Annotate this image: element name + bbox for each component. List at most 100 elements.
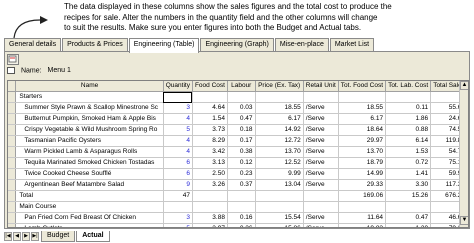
row-header[interactable] [8,179,17,192]
cell-quantity[interactable]: 5 [163,223,193,227]
cell-tot-food-cost [338,201,387,214]
cell-food-cost: 3.26 [192,179,228,192]
row-header[interactable] [8,135,17,148]
table-row[interactable]: Twice Cooked Cheese Soufflé 6 2.50 0.23 9.99… [8,168,468,181]
col-header-quantity[interactable]: Quantity [163,81,193,93]
row-header[interactable] [8,157,17,170]
row-header[interactable] [8,91,17,104]
cell-tot-food-cost: 18.64 [338,124,387,137]
cell-labour: 0.23 [227,168,256,181]
last-sheet-icon[interactable]: ▶| [31,231,39,241]
cell-quantity[interactable]: 5 [163,124,193,137]
table-row[interactable]: Argentinean Beef Matambre Salad 9 3.26 0.37… [8,179,468,192]
cell-retail-unit: /Serve [303,168,339,181]
row-header[interactable] [8,212,17,225]
tab-engineering-table[interactable]: Engineering (Table) [128,38,200,53]
cell-quantity[interactable]: 6 [163,168,193,181]
edit-icon[interactable] [7,54,19,65]
cell-quantity[interactable]: 47 [163,190,193,203]
prev-sheet-icon[interactable]: ◀ [13,231,21,241]
first-sheet-icon[interactable]: |◀ [4,231,12,241]
cell-retail-unit [303,91,339,104]
cell-quantity[interactable]: 3 [163,102,193,115]
cell-quantity[interactable]: 4 [163,113,193,126]
cell-tot-food-cost: 29.33 [338,179,387,192]
table-row[interactable]: Tequila Marinated Smoked Chicken Tostada… [8,157,468,170]
sheet-tab-actual[interactable]: Actual [76,230,110,242]
col-header-tot-food-cost[interactable]: Tot. Food Cost [338,81,387,93]
tab-general-details[interactable]: General details [4,38,62,52]
table-row[interactable]: Main Course [8,201,468,214]
col-header-labour[interactable]: Labour [227,81,256,93]
cell-quantity[interactable]: 6 [163,157,193,170]
cell-food-cost [192,201,228,214]
cell-price [255,201,304,214]
table-row[interactable]: Tasmanian Pacific Oysters 4 8.29 0.17 12.72/… [8,135,468,148]
row-header[interactable] [8,146,17,159]
cell-labour: 0.37 [227,179,256,192]
next-sheet-icon[interactable]: ▶ [22,231,30,241]
scroll-down-icon[interactable]: ▼ [460,216,468,225]
row-header[interactable] [8,102,17,115]
table-row[interactable]: Summer Style Prawn & Scallop Minestrone … [8,102,468,115]
cell-food-cost: 3.73 [192,124,228,137]
engineering-grid[interactable]: Name Quantity Food Cost Labour Price (Ex… [7,80,469,228]
row-header[interactable] [8,124,17,137]
engineering-table-panel: Name: Menu 1 Name Quantity Food Cost Lab… [4,51,470,229]
col-header-price[interactable]: Price (Ex. Tax) [255,81,304,93]
cell-tot-food-cost: 19.83 [338,223,387,227]
sheet-tab-budget[interactable]: Budget [41,230,76,242]
cell-tot-lab-cost: 0.88 [385,124,432,137]
col-header-tot-lab-cost[interactable]: Tot. Lab. Cost [385,81,432,93]
col-header-name[interactable]: Name [15,81,164,93]
vertical-scrollbar[interactable]: ▲ ▼ [459,81,468,227]
table-row[interactable]: Total 47 169.06 15.26 676.25 [8,190,468,203]
table-row[interactable]: Lamb Cutlets53.970.2615.86/Serve19.831.3… [8,223,468,227]
cell-tot-lab-cost: 0.47 [385,212,432,225]
cell-quantity[interactable] [163,91,193,104]
cell-price [255,190,304,203]
header-row: Name Quantity Food Cost Labour Price (Ex… [8,81,468,93]
table-row[interactable]: Starters [8,91,468,104]
tab-products-prices[interactable]: Products & Prices [62,38,128,52]
tab-mise-en-place[interactable]: Mise-en-place [274,38,329,52]
cell-retail-unit [303,201,339,214]
cell-labour: 0.17 [227,135,256,148]
tab-engineering-graph[interactable]: Engineering (Graph) [200,38,274,52]
cell-tot-lab-cost: 15.26 [385,190,432,203]
row-header[interactable] [8,201,17,214]
cell-name: Total [15,190,164,203]
cell-quantity[interactable] [163,201,193,214]
cell-food-cost: 3.97 [192,223,228,227]
cell-labour [227,201,256,214]
cell-quantity[interactable]: 9 [163,179,193,192]
corner-cell [8,81,17,93]
cell-labour: 0.16 [227,212,256,225]
scroll-up-icon[interactable]: ▲ [460,81,468,90]
row-header[interactable] [8,113,17,126]
tab-market-list[interactable]: Market List [329,38,375,52]
cell-price: 15.86 [255,223,304,227]
cell-name: Pan Fried Corn Fed Breast Of Chicken [15,212,164,225]
row-header[interactable] [8,190,17,203]
col-header-retail-unit[interactable]: Retail Unit [303,81,339,93]
table-row[interactable]: Crispy Vegetable & Wild Mushroom Spring … [8,124,468,137]
cell-quantity[interactable]: 3 [163,212,193,225]
cell-quantity[interactable]: 4 [163,135,193,148]
cell-price: 6.17 [255,113,304,126]
row-header[interactable] [8,168,17,181]
cell-food-cost [192,190,228,203]
col-header-food-cost[interactable]: Food Cost [192,81,228,93]
row-header[interactable] [8,223,17,227]
table-row[interactable]: Butternut Pumpkin, Smoked Ham & Apple Bi… [8,113,468,126]
cell-retail-unit: /Serve [303,113,339,126]
cell-quantity[interactable]: 4 [163,146,193,159]
table-row[interactable]: Warm Pickled Lamb & Asparagus Rolls 4 3.42… [8,146,468,159]
cell-name: Warm Pickled Lamb & Asparagus Rolls [15,146,164,159]
cell-tot-lab-cost: 6.14 [385,135,432,148]
cell-labour: 0.18 [227,124,256,137]
cell-labour: 0.38 [227,146,256,159]
cell-labour: 0.47 [227,113,256,126]
cell-price: 18.55 [255,102,304,115]
table-row[interactable]: Pan Fried Corn Fed Breast Of Chicken 3 3.8… [8,212,468,225]
